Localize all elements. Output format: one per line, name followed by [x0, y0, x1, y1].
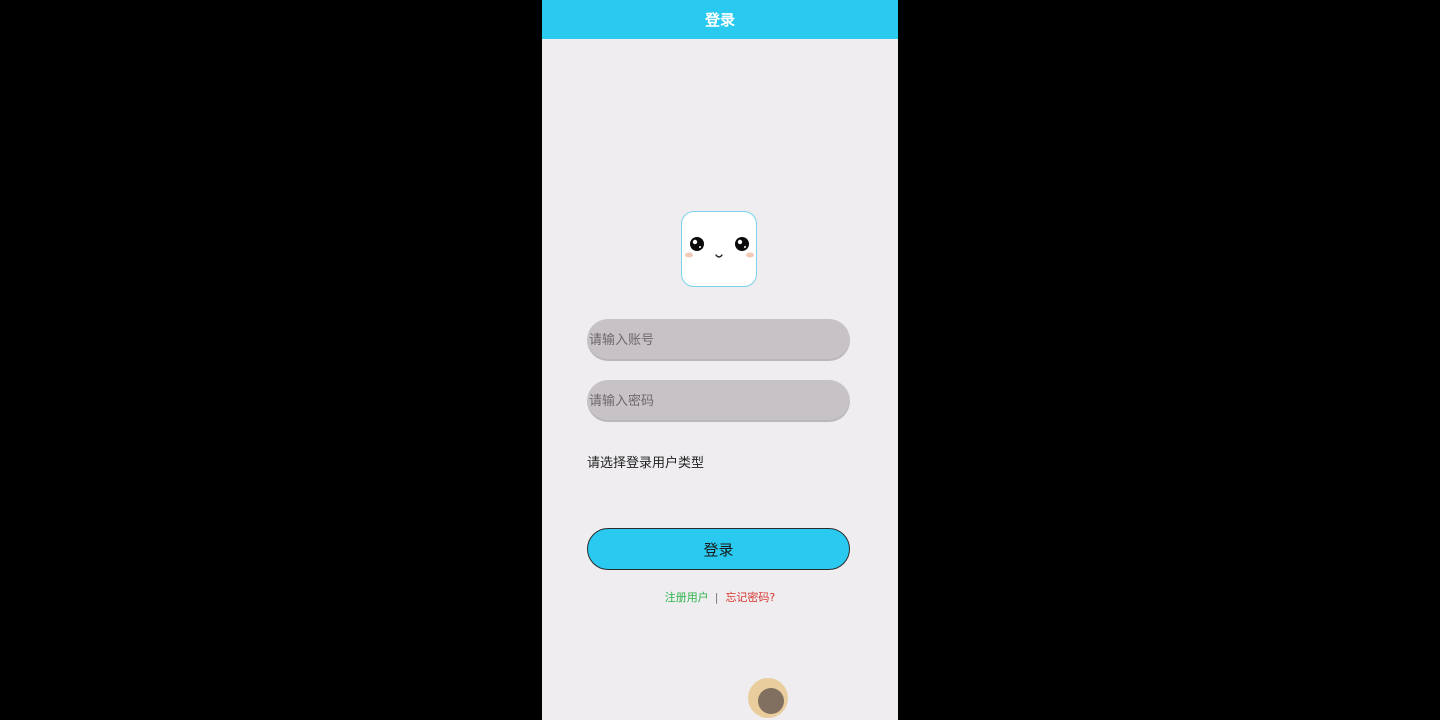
forgot-password-link[interactable]: 忘记密码? — [725, 589, 775, 605]
app-logo — [681, 211, 757, 287]
password-input[interactable] — [587, 380, 850, 422]
password-field[interactable] — [587, 380, 850, 422]
account-field[interactable] — [587, 319, 850, 361]
user-type-label: 请选择登录用户类型 — [587, 456, 705, 471]
floating-assistive-button[interactable] — [748, 678, 788, 718]
mobile-screen: 登录 请选择登录用户类型 登录 注册用户 | 忘记密码? — [542, 0, 898, 720]
register-link[interactable]: 注册用户 — [665, 589, 709, 605]
account-input[interactable] — [587, 319, 850, 361]
floating-button-core — [758, 688, 784, 714]
login-button[interactable]: 登录 — [587, 528, 850, 570]
page-title: 登录 — [704, 11, 735, 29]
auth-links: 注册用户 | 忘记密码? — [542, 589, 898, 605]
top-bar: 登录 — [542, 0, 898, 39]
link-separator: | — [714, 590, 719, 604]
cute-face-icon — [685, 237, 754, 258]
